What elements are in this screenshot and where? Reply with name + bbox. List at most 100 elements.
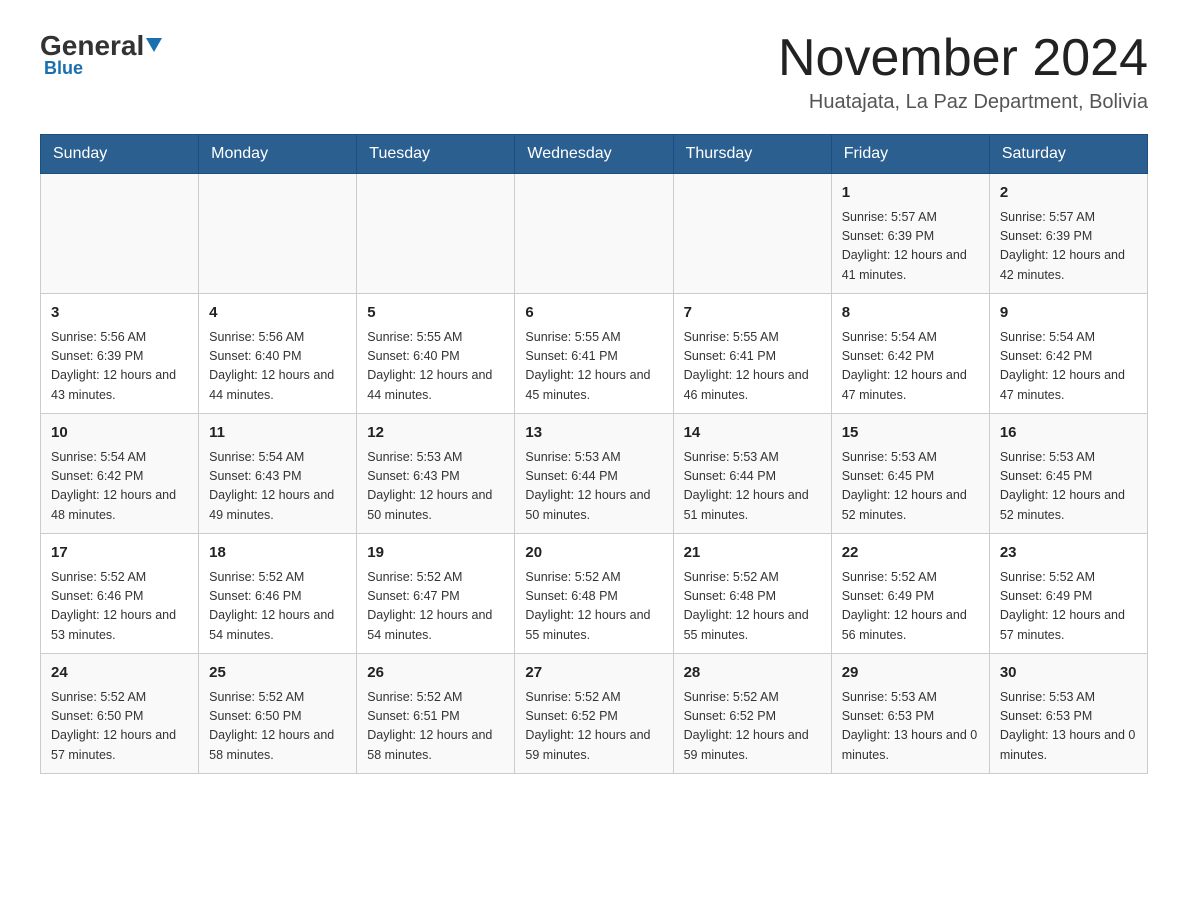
- day-info: Sunrise: 5:53 AM Sunset: 6:45 PM Dayligh…: [1000, 448, 1137, 526]
- calendar-cell: 14Sunrise: 5:53 AM Sunset: 6:44 PM Dayli…: [673, 414, 831, 534]
- calendar-header-friday: Friday: [831, 135, 989, 174]
- day-info: Sunrise: 5:52 AM Sunset: 6:52 PM Dayligh…: [684, 688, 821, 766]
- calendar-cell: 2Sunrise: 5:57 AM Sunset: 6:39 PM Daylig…: [989, 174, 1147, 294]
- day-info: Sunrise: 5:52 AM Sunset: 6:49 PM Dayligh…: [842, 568, 979, 646]
- day-info: Sunrise: 5:52 AM Sunset: 6:48 PM Dayligh…: [684, 568, 821, 646]
- calendar-header-sunday: Sunday: [41, 135, 199, 174]
- day-info: Sunrise: 5:52 AM Sunset: 6:50 PM Dayligh…: [209, 688, 346, 766]
- calendar-cell: 26 Sunrise: 5:52 AM Sunset: 6:51 PM Dayli…: [357, 654, 515, 774]
- day-info: Sunrise: 5:52 AM Sunset: 6:48 PM Dayligh…: [525, 568, 662, 646]
- day-info: Sunrise: 5:52 AM Sunset: 6:51 PM Dayligh…: [367, 688, 504, 766]
- day-info: Sunrise: 5:54 AM Sunset: 6:42 PM Dayligh…: [842, 328, 979, 406]
- day-info: Sunrise: 5:57 AM Sunset: 6:39 PM Dayligh…: [842, 208, 979, 286]
- day-info: Sunrise: 5:52 AM Sunset: 6:46 PM Dayligh…: [209, 568, 346, 646]
- calendar-cell: 7Sunrise: 5:55 AM Sunset: 6:41 PM Daylig…: [673, 294, 831, 414]
- day-number: 17: [51, 542, 188, 565]
- calendar-cell: 29 Sunrise: 5:53 AM Sunset: 6:53 PM Dayli…: [831, 654, 989, 774]
- day-info: Sunrise: 5:53 AM Sunset: 6:44 PM Dayligh…: [684, 448, 821, 526]
- day-number: 16: [1000, 422, 1137, 445]
- calendar-header-row: SundayMondayTuesdayWednesdayThursdayFrid…: [41, 135, 1148, 174]
- day-number: 27: [525, 662, 662, 685]
- calendar-cell: 17 Sunrise: 5:52 AM Sunset: 6:46 PM Dayli…: [41, 534, 199, 654]
- day-number: 2: [1000, 182, 1137, 205]
- day-number: 21: [684, 542, 821, 565]
- calendar-cell: 27 Sunrise: 5:52 AM Sunset: 6:52 PM Dayli…: [515, 654, 673, 774]
- calendar-cell: 11 Sunrise: 5:54 AM Sunset: 6:43 PM Dayli…: [199, 414, 357, 534]
- day-number: 11: [209, 422, 346, 445]
- calendar-cell: 9Sunrise: 5:54 AM Sunset: 6:42 PM Daylig…: [989, 294, 1147, 414]
- calendar-cell: 8 Sunrise: 5:54 AM Sunset: 6:42 PM Daylig…: [831, 294, 989, 414]
- day-number: 25: [209, 662, 346, 685]
- day-info: Sunrise: 5:53 AM Sunset: 6:43 PM Dayligh…: [367, 448, 504, 526]
- day-number: 23: [1000, 542, 1137, 565]
- day-info: Sunrise: 5:56 AM Sunset: 6:40 PM Dayligh…: [209, 328, 346, 406]
- day-info: Sunrise: 5:53 AM Sunset: 6:53 PM Dayligh…: [1000, 688, 1137, 766]
- calendar-header-tuesday: Tuesday: [357, 135, 515, 174]
- calendar-cell: 12 Sunrise: 5:53 AM Sunset: 6:43 PM Dayli…: [357, 414, 515, 534]
- day-info: Sunrise: 5:54 AM Sunset: 6:43 PM Dayligh…: [209, 448, 346, 526]
- day-number: 28: [684, 662, 821, 685]
- calendar-cell: 30Sunrise: 5:53 AM Sunset: 6:53 PM Dayli…: [989, 654, 1147, 774]
- day-number: 3: [51, 302, 188, 325]
- calendar-header-thursday: Thursday: [673, 135, 831, 174]
- day-number: 8: [842, 302, 979, 325]
- calendar-cell: 18 Sunrise: 5:52 AM Sunset: 6:46 PM Dayli…: [199, 534, 357, 654]
- calendar-cell: [673, 174, 831, 294]
- calendar-cell: 25 Sunrise: 5:52 AM Sunset: 6:50 PM Dayli…: [199, 654, 357, 774]
- calendar-cell: 22 Sunrise: 5:52 AM Sunset: 6:49 PM Dayli…: [831, 534, 989, 654]
- day-number: 13: [525, 422, 662, 445]
- calendar-cell: [41, 174, 199, 294]
- calendar-cell: 28 Sunrise: 5:52 AM Sunset: 6:52 PM Dayli…: [673, 654, 831, 774]
- calendar-cell: 16 Sunrise: 5:53 AM Sunset: 6:45 PM Dayli…: [989, 414, 1147, 534]
- day-number: 19: [367, 542, 504, 565]
- calendar-cell: 21 Sunrise: 5:52 AM Sunset: 6:48 PM Dayli…: [673, 534, 831, 654]
- day-number: 4: [209, 302, 346, 325]
- calendar-cell: 20Sunrise: 5:52 AM Sunset: 6:48 PM Dayli…: [515, 534, 673, 654]
- calendar-week-row: 24 Sunrise: 5:52 AM Sunset: 6:50 PM Dayli…: [41, 654, 1148, 774]
- calendar-cell: 15 Sunrise: 5:53 AM Sunset: 6:45 PM Dayli…: [831, 414, 989, 534]
- calendar-cell: 4 Sunrise: 5:56 AM Sunset: 6:40 PM Daylig…: [199, 294, 357, 414]
- logo-triangle-icon: [146, 38, 162, 54]
- day-number: 22: [842, 542, 979, 565]
- day-number: 1: [842, 182, 979, 205]
- day-info: Sunrise: 5:54 AM Sunset: 6:42 PM Dayligh…: [1000, 328, 1137, 406]
- calendar-cell: [515, 174, 673, 294]
- day-number: 15: [842, 422, 979, 445]
- day-info: Sunrise: 5:52 AM Sunset: 6:49 PM Dayligh…: [1000, 568, 1137, 646]
- day-number: 29: [842, 662, 979, 685]
- calendar-cell: 19Sunrise: 5:52 AM Sunset: 6:47 PM Dayli…: [357, 534, 515, 654]
- day-info: Sunrise: 5:53 AM Sunset: 6:53 PM Dayligh…: [842, 688, 979, 766]
- day-info: Sunrise: 5:52 AM Sunset: 6:50 PM Dayligh…: [51, 688, 188, 766]
- location-subtitle: Huatajata, La Paz Department, Bolivia: [778, 91, 1148, 114]
- day-info: Sunrise: 5:52 AM Sunset: 6:52 PM Dayligh…: [525, 688, 662, 766]
- day-number: 6: [525, 302, 662, 325]
- day-info: Sunrise: 5:55 AM Sunset: 6:40 PM Dayligh…: [367, 328, 504, 406]
- day-info: Sunrise: 5:52 AM Sunset: 6:46 PM Dayligh…: [51, 568, 188, 646]
- calendar-cell: 23 Sunrise: 5:52 AM Sunset: 6:49 PM Dayli…: [989, 534, 1147, 654]
- day-info: Sunrise: 5:56 AM Sunset: 6:39 PM Dayligh…: [51, 328, 188, 406]
- logo-subtitle: Blue: [40, 58, 83, 79]
- calendar-week-row: 1 Sunrise: 5:57 AM Sunset: 6:39 PM Daylig…: [41, 174, 1148, 294]
- logo: General Blue: [40, 30, 162, 79]
- header-area: General Blue November 2024 Huatajata, La…: [40, 30, 1148, 114]
- page-title: November 2024: [778, 30, 1148, 87]
- day-number: 26: [367, 662, 504, 685]
- calendar-cell: 10Sunrise: 5:54 AM Sunset: 6:42 PM Dayli…: [41, 414, 199, 534]
- calendar-cell: 5Sunrise: 5:55 AM Sunset: 6:40 PM Daylig…: [357, 294, 515, 414]
- day-info: Sunrise: 5:53 AM Sunset: 6:44 PM Dayligh…: [525, 448, 662, 526]
- day-info: Sunrise: 5:55 AM Sunset: 6:41 PM Dayligh…: [684, 328, 821, 406]
- calendar-cell: 24 Sunrise: 5:52 AM Sunset: 6:50 PM Dayli…: [41, 654, 199, 774]
- calendar-week-row: 3 Sunrise: 5:56 AM Sunset: 6:39 PM Daylig…: [41, 294, 1148, 414]
- day-info: Sunrise: 5:53 AM Sunset: 6:45 PM Dayligh…: [842, 448, 979, 526]
- day-number: 24: [51, 662, 188, 685]
- day-number: 12: [367, 422, 504, 445]
- day-info: Sunrise: 5:54 AM Sunset: 6:42 PM Dayligh…: [51, 448, 188, 526]
- calendar-header-wednesday: Wednesday: [515, 135, 673, 174]
- calendar-table: SundayMondayTuesdayWednesdayThursdayFrid…: [40, 134, 1148, 774]
- calendar-week-row: 10Sunrise: 5:54 AM Sunset: 6:42 PM Dayli…: [41, 414, 1148, 534]
- calendar-cell: 13 Sunrise: 5:53 AM Sunset: 6:44 PM Dayli…: [515, 414, 673, 534]
- calendar-cell: [199, 174, 357, 294]
- calendar-cell: 6Sunrise: 5:55 AM Sunset: 6:41 PM Daylig…: [515, 294, 673, 414]
- day-number: 18: [209, 542, 346, 565]
- calendar-cell: 1 Sunrise: 5:57 AM Sunset: 6:39 PM Daylig…: [831, 174, 989, 294]
